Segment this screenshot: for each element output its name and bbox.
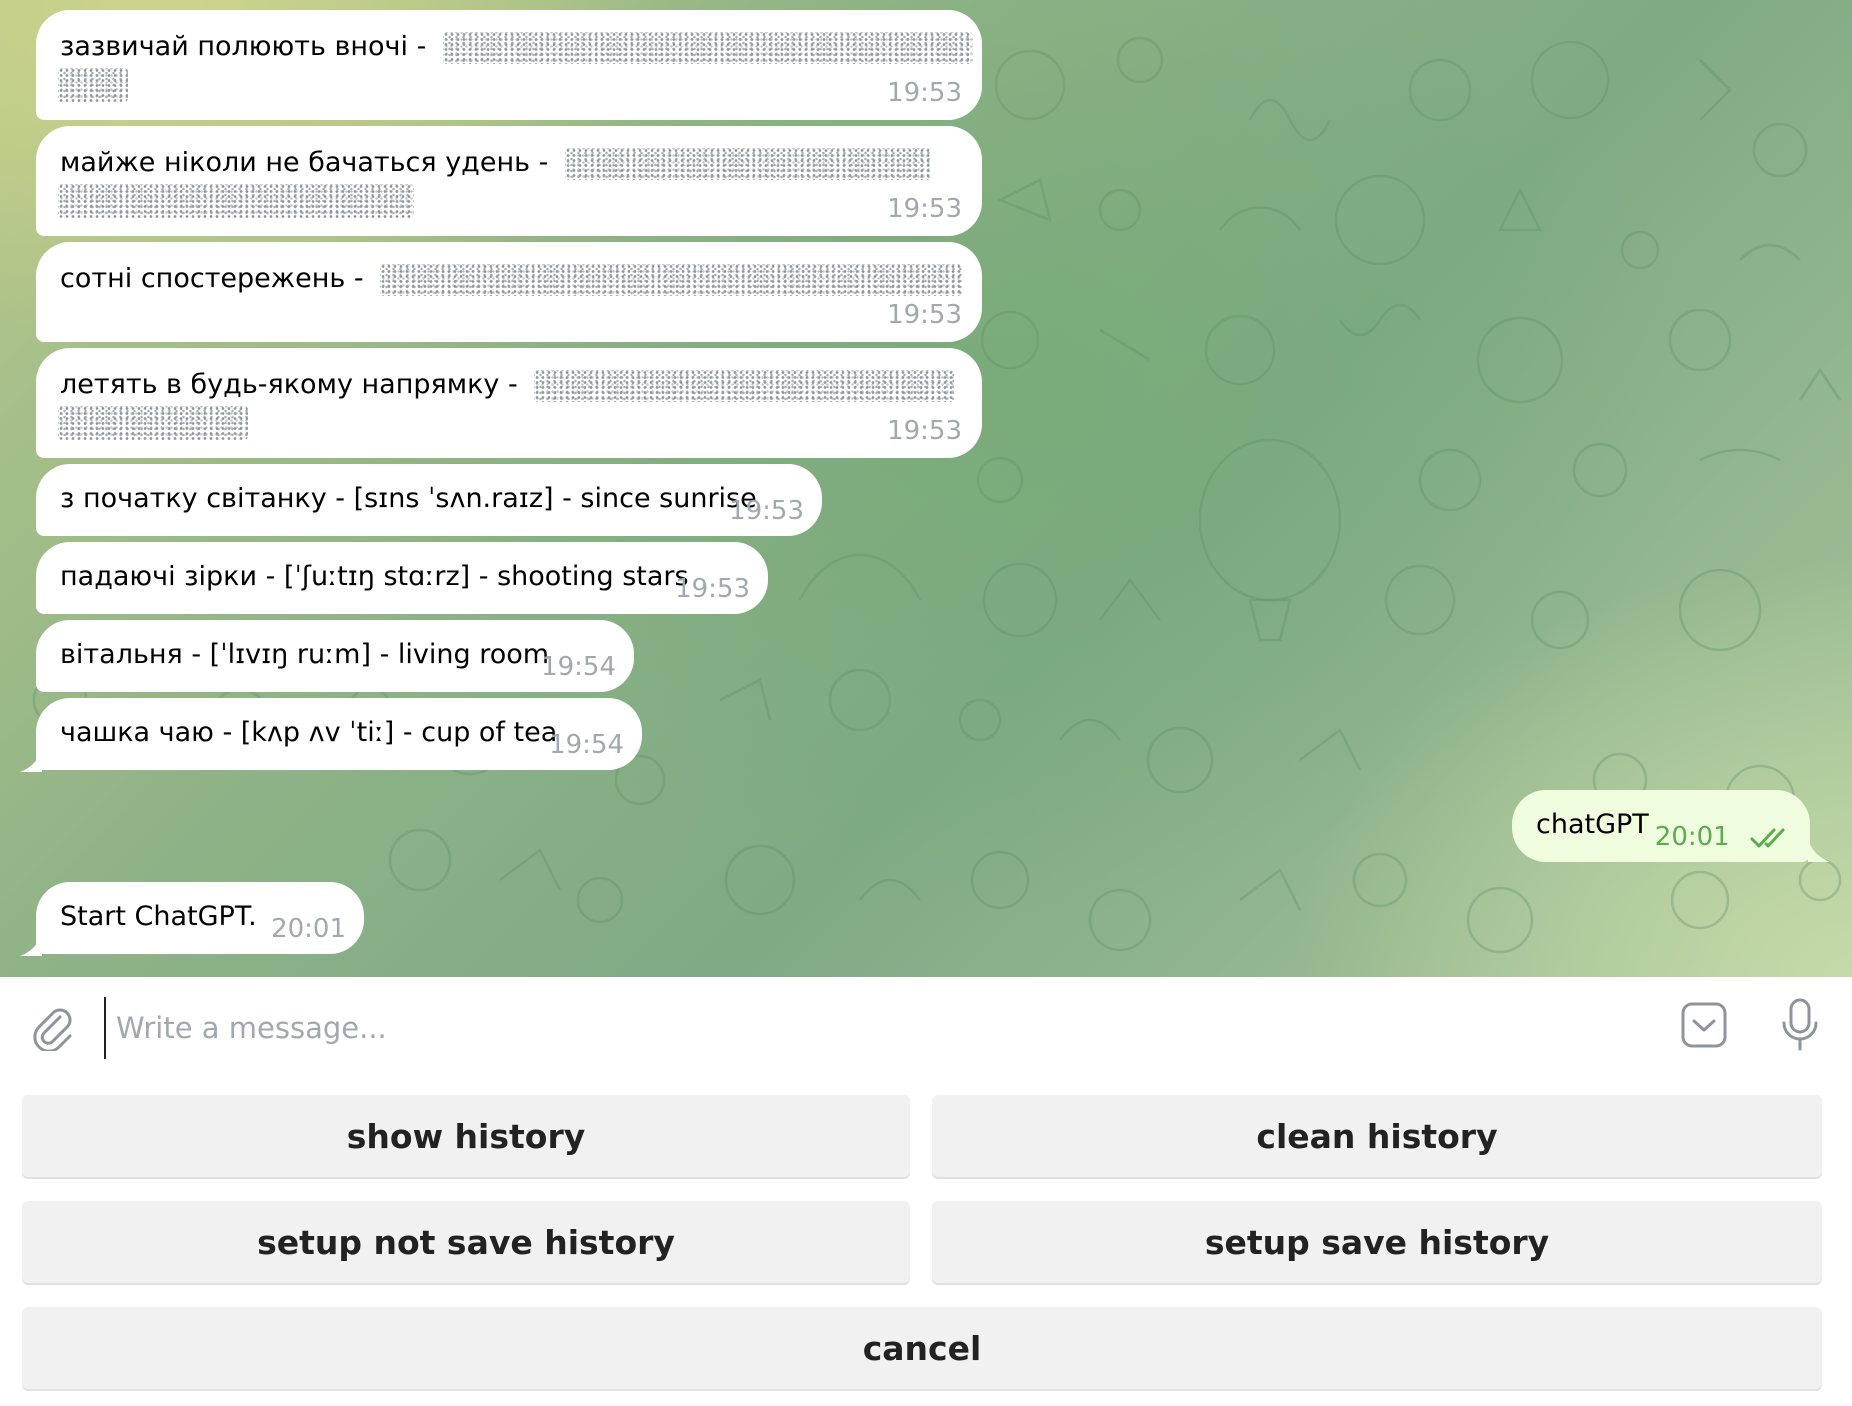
message-time: 19:53 bbox=[887, 416, 962, 446]
show-history-button[interactable]: show history bbox=[22, 1095, 910, 1177]
message-input[interactable] bbox=[104, 997, 1618, 1059]
spoiler-hidden-text[interactable] bbox=[380, 263, 963, 296]
double-check-icon bbox=[1750, 828, 1785, 847]
spoiler-hidden-text[interactable] bbox=[58, 184, 414, 218]
message-bubble[interactable]: Start ChatGPT. 20:01 bbox=[36, 882, 364, 954]
message-text: вітальня - [ˈlɪvɪŋ ruːm] - living room bbox=[60, 639, 550, 670]
spoiler-hidden-text[interactable] bbox=[534, 369, 955, 402]
paperclip-icon[interactable] bbox=[30, 1005, 76, 1051]
setup-not-save-history-button[interactable]: setup not save history bbox=[22, 1201, 910, 1283]
message-text: майже ніколи не бачаться удень - bbox=[60, 147, 549, 178]
message-bubble[interactable]: майже ніколи не бачаться удень - 19:53 bbox=[36, 126, 982, 236]
message-time: 19:53 bbox=[675, 574, 750, 604]
bubble-tail bbox=[20, 934, 42, 956]
setup-save-history-button[interactable]: setup save history bbox=[932, 1201, 1822, 1283]
message-bubble[interactable]: чашка чаю - [kʌp ʌv ˈtiː] - cup of tea 1… bbox=[36, 698, 642, 770]
message-bubble-outgoing[interactable]: chatGPT 20:01 bbox=[1512, 790, 1810, 862]
spoiler-hidden-text[interactable] bbox=[58, 68, 128, 102]
spoiler-hidden-text[interactable] bbox=[58, 406, 248, 440]
bubble-tail bbox=[20, 750, 42, 772]
message-time: 19:53 bbox=[729, 496, 804, 526]
message-composer bbox=[0, 977, 1852, 1079]
bubble-tail bbox=[1808, 840, 1830, 862]
bot-reply-keyboard: show history clean history setup not sav… bbox=[0, 1079, 1852, 1406]
message-bubble[interactable]: зазвичай полюють вночі - 19:53 bbox=[36, 10, 982, 120]
message-text: chatGPT bbox=[1536, 809, 1649, 840]
message-bubble[interactable]: вітальня - [ˈlɪvɪŋ ruːm] - living room 1… bbox=[36, 620, 634, 692]
message-time: 20:01 bbox=[271, 914, 346, 944]
spoiler-hidden-text[interactable] bbox=[564, 147, 931, 180]
clean-history-button[interactable]: clean history bbox=[932, 1095, 1822, 1177]
spoiler-hidden-text[interactable] bbox=[442, 31, 973, 64]
message-time: 19:53 bbox=[887, 300, 962, 330]
message-text: сотні спостережень - bbox=[60, 263, 364, 294]
message-time: 20:01 bbox=[1654, 822, 1730, 852]
cancel-button[interactable]: cancel bbox=[22, 1307, 1822, 1389]
chat-history[interactable]: зазвичай полюють вночі - 19:53 майже нік… bbox=[0, 0, 1852, 977]
message-text: падаючі зірки - [ˈʃuːtɪŋ stɑːrz] - shoot… bbox=[60, 561, 689, 592]
message-bubble[interactable]: падаючі зірки - [ˈʃuːtɪŋ stɑːrz] - shoot… bbox=[36, 542, 768, 614]
message-text: Start ChatGPT. bbox=[60, 901, 257, 932]
telegram-chat-window: зазвичай полюють вночі - 19:53 майже нік… bbox=[0, 0, 1852, 1406]
message-text: з початку світанку - [sɪns ˈsʌn.raɪz] - … bbox=[60, 483, 757, 514]
message-time: 19:53 bbox=[887, 194, 962, 224]
message-bubble[interactable]: з початку світанку - [sɪns ˈsʌn.raɪz] - … bbox=[36, 464, 822, 536]
microphone-icon[interactable] bbox=[1780, 997, 1820, 1053]
message-bubble[interactable]: летять в будь-якому напрямку - 19:53 bbox=[36, 348, 982, 458]
message-text: зазвичай полюють вночі - bbox=[60, 31, 427, 62]
message-time: 19:53 bbox=[887, 78, 962, 108]
message-bubble[interactable]: сотні спостережень - 19:53 bbox=[36, 242, 982, 342]
message-time: 19:54 bbox=[541, 652, 616, 682]
message-time: 19:54 bbox=[549, 730, 624, 760]
message-text: летять в будь-якому напрямку - bbox=[60, 369, 518, 400]
bot-keyboard-icon[interactable] bbox=[1680, 1001, 1728, 1049]
message-text: чашка чаю - [kʌp ʌv ˈtiː] - cup of tea bbox=[60, 717, 558, 748]
